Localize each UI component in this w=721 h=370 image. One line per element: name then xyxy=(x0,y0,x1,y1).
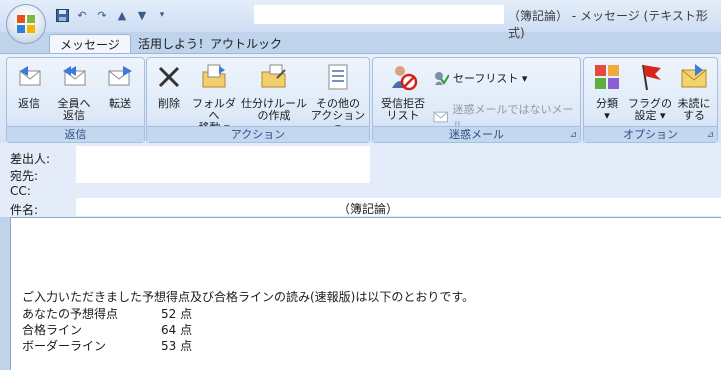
group-junk: 受信拒否 リスト セーフリスト ▾ 迷惑メールではないメール 迷惑メール ⊿ xyxy=(372,57,581,143)
group-label-reply: 返信 xyxy=(7,126,144,142)
score-value-border: 53 点 xyxy=(161,339,193,353)
group-label-options: オプション xyxy=(584,126,717,142)
follow-up-flag-button[interactable]: フラグの 設定 ▾ xyxy=(628,62,672,122)
save-icon[interactable] xyxy=(54,7,70,23)
move-to-folder-button[interactable]: フォルダへ 移動 ▾ xyxy=(189,62,239,134)
undo-icon[interactable]: ↶ xyxy=(74,7,90,23)
score-label-pass: 合格ライン xyxy=(22,323,83,337)
other-actions-button[interactable]: その他の アクション ▾ xyxy=(309,62,367,134)
safe-list-button[interactable]: セーフリスト ▾ xyxy=(433,70,527,86)
message-body[interactable]: ご入力いただきました予想得点及び合格ラインの読み(速報版)は以下のとおりです。 … xyxy=(10,217,721,370)
dialog-launcher-icon[interactable]: ⊿ xyxy=(706,130,714,140)
reply-icon xyxy=(19,66,41,86)
delete-icon xyxy=(158,66,180,88)
block-sender-button[interactable]: 受信拒否 リスト xyxy=(377,62,429,122)
tab-message[interactable]: メッセージ xyxy=(49,34,131,55)
ribbon-tabs: メッセージ 活用しよう！アウトルック xyxy=(0,32,721,55)
categorize-button[interactable]: 分類 ▾ xyxy=(588,62,626,122)
reply-button[interactable]: 返信 xyxy=(11,62,47,110)
customize-icon[interactable]: ▾ xyxy=(154,7,170,23)
create-rule-icon xyxy=(261,64,286,88)
up-arrow-icon[interactable]: ▲ xyxy=(114,7,130,23)
group-label-junk: 迷惑メール xyxy=(373,126,580,142)
forward-icon xyxy=(108,66,132,86)
from-label: 差出人: xyxy=(10,152,51,166)
score-value-your: 52 点 xyxy=(161,307,193,321)
reply-all-icon xyxy=(63,66,86,86)
from-to-field[interactable] xyxy=(76,146,370,183)
categorize-icon xyxy=(595,65,619,89)
group-reply: 返信 全員へ 返信 転送 返信 xyxy=(6,57,145,143)
group-label-actions: アクション xyxy=(147,126,369,142)
dialog-launcher-icon[interactable]: ⊿ xyxy=(569,130,577,140)
flag-icon xyxy=(642,64,661,91)
forward-button[interactable]: 転送 xyxy=(101,62,139,110)
to-label: 宛先: xyxy=(10,169,39,183)
mark-unread-icon xyxy=(681,64,707,88)
redo-icon[interactable]: ↷ xyxy=(94,7,110,23)
delete-button[interactable]: 削除 xyxy=(151,62,187,110)
subject-label: 件名: xyxy=(10,203,39,217)
create-rule-button[interactable]: 仕分けルール の作成 xyxy=(241,62,307,122)
other-actions-icon xyxy=(328,64,348,90)
subject-field[interactable] xyxy=(76,198,721,216)
cc-label: CC: xyxy=(10,184,31,198)
tab-outlook-tips[interactable]: 活用しよう！アウトルック xyxy=(128,34,292,54)
block-sender-icon xyxy=(392,66,418,91)
subject-value: （簿記論） xyxy=(338,202,399,216)
not-junk-icon xyxy=(433,111,448,123)
reply-all-button[interactable]: 全員へ 返信 xyxy=(51,62,97,122)
quick-access-toolbar: ↶ ↷ ▲ ▼ ▾ xyxy=(54,7,170,23)
group-options: 分類 ▾ フラグの 設定 ▾ 未読に する オプション ⊿ xyxy=(583,57,718,143)
safe-list-icon xyxy=(435,72,449,85)
title-redacted-box xyxy=(254,5,504,24)
body-intro: ご入力いただきました予想得点及び合格ラインの読み(速報版)は以下のとおりです。 xyxy=(22,290,475,304)
office-logo-icon xyxy=(17,15,35,33)
mark-unread-button[interactable]: 未読に する xyxy=(674,62,714,122)
down-arrow-icon[interactable]: ▼ xyxy=(134,7,150,23)
move-folder-icon xyxy=(202,64,226,88)
score-value-pass: 64 点 xyxy=(161,323,193,337)
score-label-border: ボーダーライン xyxy=(22,339,107,353)
title-bar: ↶ ↷ ▲ ▼ ▾ （簿記論） - メッセージ (テキスト形式) xyxy=(0,0,721,44)
office-button[interactable] xyxy=(6,4,46,44)
ribbon: 返信 全員へ 返信 転送 返信 削除 フォルダへ 仕分けルール の作成 その他の… xyxy=(0,53,721,143)
score-label-your: あなたの予想得点 xyxy=(22,307,119,321)
group-actions: 削除 フォルダへ 移動 ▾ 仕分けルール の作成 xyxy=(146,57,370,143)
